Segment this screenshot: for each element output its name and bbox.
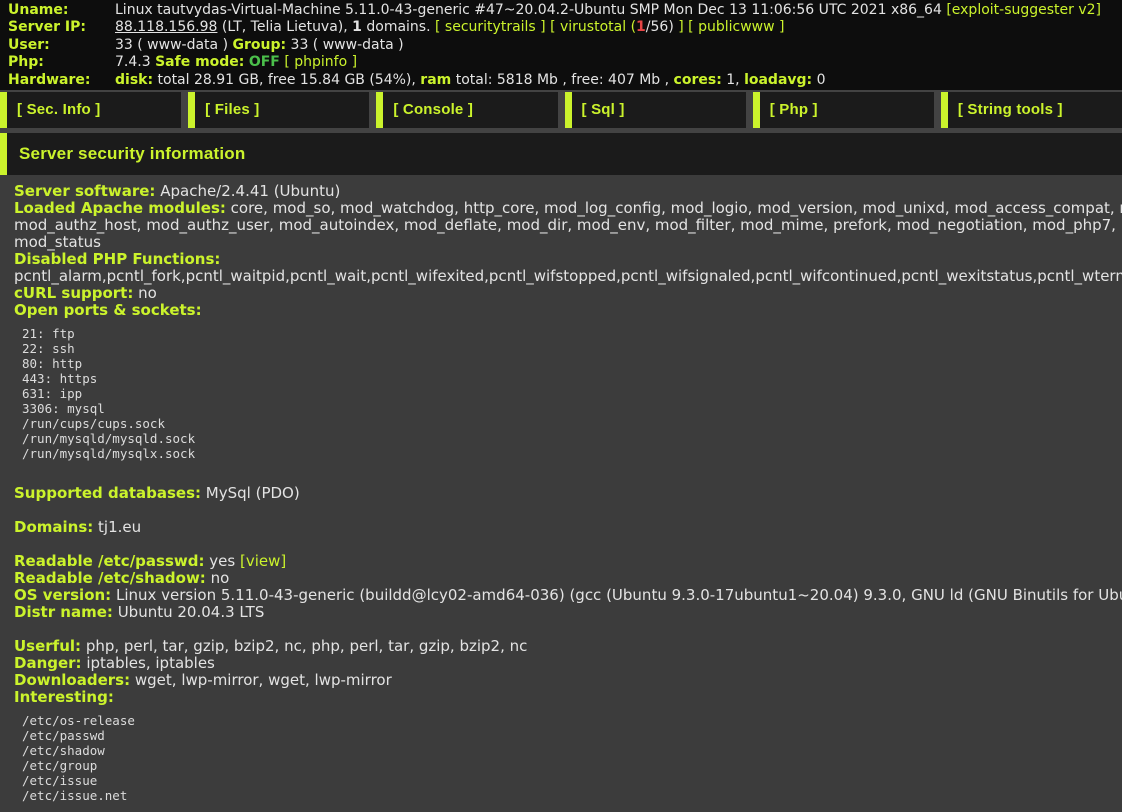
ip-location: (LT, Telia Lietuva), <box>222 19 348 35</box>
distr-name-label: Distr name: <box>14 604 113 621</box>
publicwww-link[interactable]: [ publicwww ] <box>688 19 784 35</box>
tab-string-tools[interactable]: [ String tools ] <box>941 92 1122 128</box>
userful-label: Userful: <box>14 638 81 655</box>
downloaders-label: Downloaders: <box>14 672 130 689</box>
securitytrails-link[interactable]: [ securitytrails ] <box>435 19 546 35</box>
domains-label: Domains: <box>14 519 93 536</box>
hardware-label: Hardware: <box>8 72 115 89</box>
danger-row: Danger: iptables, iptables <box>14 655 1122 672</box>
view-passwd-link[interactable]: [view] <box>240 553 286 570</box>
interesting-files-list: /etc/os-release /etc/passwd /etc/shadow … <box>22 713 1122 803</box>
page-title: Server security information <box>19 144 245 164</box>
domains-value: tj1.eu <box>98 519 141 536</box>
curl-row: cURL support: no <box>14 285 1122 302</box>
disabled-php-value: pcntl_alarm,pcntl_fork,pcntl_waitpid,pcn… <box>14 268 1122 285</box>
tab-bar: [ Sec. Info ] [ Files ] [ Console ] [ Sq… <box>0 90 1122 133</box>
disabled-php-label: Disabled PHP Functions: <box>14 251 220 268</box>
uname-row: Uname:Linux tautvydas-Virtual-Machine 5.… <box>0 2 1122 19</box>
readable-passwd-value: yes <box>209 553 235 570</box>
server-info-header: Uname:Linux tautvydas-Virtual-Machine 5.… <box>0 0 1122 90</box>
tab-console[interactable]: [ Console ] <box>376 92 557 128</box>
cores-value: 1, <box>726 72 739 88</box>
safe-mode-value: OFF <box>249 54 280 70</box>
readable-shadow-label: Readable /etc/shadow: <box>14 570 206 587</box>
databases-label: Supported databases: <box>14 485 201 502</box>
server-software-value: Apache/2.4.41 (Ubuntu) <box>160 183 340 200</box>
apache-modules-line3: mod_status <box>14 234 1122 251</box>
tab-sql[interactable]: [ Sql ] <box>565 92 746 128</box>
user-label: User: <box>8 37 115 54</box>
user-value: 33 ( www-data ) <box>115 37 228 53</box>
domains-row: Domains: tj1.eu <box>14 519 1122 536</box>
php-version: 7.4.3 <box>115 54 151 70</box>
hardware-row: Hardware:disk: total 28.91 GB, free 15.8… <box>0 72 1122 89</box>
virustotal-hits: 1 <box>636 19 646 35</box>
danger-value: iptables, iptables <box>86 655 215 672</box>
virustotal-link-open[interactable]: [ virustotal ( <box>550 19 636 35</box>
phpinfo-link[interactable]: [ phpinfo ] <box>284 54 357 70</box>
distr-name-value: Ubuntu 20.04.3 LTS <box>118 604 265 621</box>
readable-passwd-label: Readable /etc/passwd: <box>14 553 204 570</box>
interesting-row: Interesting: <box>14 689 1122 706</box>
uname-value: Linux tautvydas-Virtual-Machine 5.11.0-4… <box>115 2 942 18</box>
section-header: Server security information <box>0 133 1122 175</box>
readable-passwd-row: Readable /etc/passwd: yes [view] <box>14 553 1122 570</box>
apache-modules-row: Loaded Apache modules: core, mod_so, mod… <box>14 200 1122 217</box>
disk-value: total 28.91 GB, free 15.84 GB (54%), <box>158 72 416 88</box>
os-version-value: Linux version 5.11.0-43-generic (buildd@… <box>116 587 1122 604</box>
uname-label: Uname: <box>8 2 115 19</box>
php-label: Php: <box>8 54 115 71</box>
webshell-page: Uname:Linux tautvydas-Virtual-Machine 5.… <box>0 0 1122 812</box>
userful-row: Userful: php, perl, tar, gzip, bzip2, nc… <box>14 638 1122 655</box>
open-ports-label: Open ports & sockets: <box>14 302 202 319</box>
disabled-php-row: Disabled PHP Functions: <box>14 251 1122 268</box>
downloaders-value: wget, lwp-mirror, wget, lwp-mirror <box>135 672 392 689</box>
apache-modules-label: Loaded Apache modules: <box>14 200 226 217</box>
curl-label: cURL support: <box>14 285 133 302</box>
tab-files[interactable]: [ Files ] <box>188 92 369 128</box>
readable-shadow-row: Readable /etc/shadow: no <box>14 570 1122 587</box>
exploit-suggester-link[interactable]: [exploit-suggester v2] <box>946 2 1101 18</box>
open-ports-list: 21: ftp 22: ssh 80: http 443: https 631:… <box>22 326 1122 461</box>
group-label: Group: <box>232 37 286 53</box>
danger-label: Danger: <box>14 655 82 672</box>
user-row: User:33 ( www-data ) Group: 33 ( www-dat… <box>0 37 1122 54</box>
os-version-label: OS version: <box>14 587 111 604</box>
loadavg-value: 0 <box>817 72 826 88</box>
domains-text: domains. <box>366 19 430 35</box>
apache-modules-line1: core, mod_so, mod_watchdog, http_core, m… <box>231 200 1122 217</box>
open-ports-row: Open ports & sockets: <box>14 302 1122 319</box>
group-value: 33 ( www-data ) <box>291 37 404 53</box>
server-software-row: Server software: Apache/2.4.41 (Ubuntu) <box>14 183 1122 200</box>
disk-label: disk: <box>115 72 153 88</box>
distr-name-row: Distr name: Ubuntu 20.04.3 LTS <box>14 604 1122 621</box>
interesting-label: Interesting: <box>14 689 114 706</box>
downloaders-row: Downloaders: wget, lwp-mirror, wget, lwp… <box>14 672 1122 689</box>
server-ip-label: Server IP: <box>8 19 115 36</box>
safe-mode-label: Safe mode: <box>155 54 244 70</box>
virustotal-total: /56) <box>646 19 674 35</box>
php-row: Php:7.4.3 Safe mode: OFF [ phpinfo ] <box>0 54 1122 71</box>
databases-row: Supported databases: MySql (PDO) <box>14 485 1122 502</box>
cores-label: cores: <box>674 72 722 88</box>
curl-value: no <box>138 285 157 302</box>
server-ip-value[interactable]: 88.118.156.98 <box>115 19 217 35</box>
userful-value: php, perl, tar, gzip, bzip2, nc, php, pe… <box>86 638 528 655</box>
server-software-label: Server software: <box>14 183 155 200</box>
tab-sec-info[interactable]: [ Sec. Info ] <box>0 92 181 128</box>
ram-label: ram <box>420 72 451 88</box>
ram-value: total: 5818 Mb , free: 407 Mb , <box>456 72 669 88</box>
virustotal-link-close[interactable]: ] <box>678 19 683 35</box>
databases-value: MySql (PDO) <box>206 485 300 502</box>
readable-shadow-value: no <box>211 570 230 587</box>
server-ip-row: Server IP:88.118.156.98 (LT, Telia Lietu… <box>0 19 1122 36</box>
tab-php[interactable]: [ Php ] <box>753 92 934 128</box>
apache-modules-line2: mod_authz_host, mod_authz_user, mod_auto… <box>14 217 1122 234</box>
domains-count: 1 <box>352 19 362 35</box>
loadavg-label: loadavg: <box>744 72 812 88</box>
os-version-row: OS version: Linux version 5.11.0-43-gene… <box>14 587 1122 604</box>
security-info-content: Server software: Apache/2.4.41 (Ubuntu) … <box>0 175 1122 812</box>
